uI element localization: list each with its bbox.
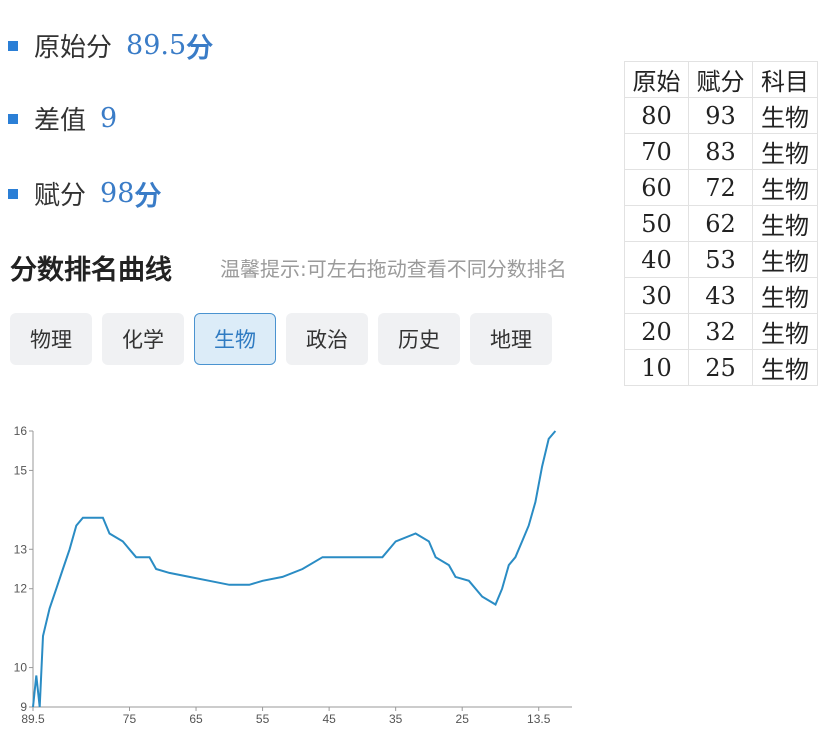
scaled-score-unit: 分: [134, 181, 162, 212]
cell-raw: 20: [624, 313, 689, 350]
y-tick-label: 12: [14, 582, 28, 596]
table-row: 40 53 生物: [624, 241, 818, 278]
cell-scaled: 32: [688, 313, 753, 350]
cell-scaled: 93: [688, 97, 753, 134]
cell-subject: 生物: [752, 205, 818, 242]
tab-politics[interactable]: 政治: [286, 313, 368, 365]
drag-hint: 温馨提示:可左右拖动查看不同分数排名: [220, 257, 567, 281]
x-tick-label: 25: [456, 712, 470, 726]
header-scaled: 赋分: [688, 61, 753, 98]
cell-scaled: 25: [688, 349, 753, 386]
bullet-marker: [8, 113, 18, 124]
y-tick-label: 15: [14, 463, 28, 477]
cell-raw: 60: [624, 169, 689, 206]
tab-biology[interactable]: 生物: [194, 313, 276, 365]
series-line: [32, 430, 557, 708]
x-tick-label: 89.5: [21, 712, 45, 726]
section-title: 分数排名曲线: [10, 255, 172, 286]
table-row: 50 62 生物: [624, 205, 818, 242]
table-row: 70 83 生物: [624, 133, 818, 170]
x-tick-label: 13.5: [527, 712, 551, 726]
table-row: 60 72 生物: [624, 169, 818, 206]
cell-scaled: 72: [688, 169, 753, 206]
raw-score-unit: 分: [186, 33, 214, 64]
table-row: 30 43 生物: [624, 277, 818, 314]
tab-physics[interactable]: 物理: [10, 313, 92, 365]
header-raw: 原始: [624, 61, 689, 98]
x-tick-label: 35: [389, 712, 403, 726]
scaled-score-row: 赋分 98 分: [8, 174, 161, 213]
score-conversion-table: 原始 赋分 科目 80 93 生物 70 83 生物 60 72 生物 50 62 生物 40 5…: [624, 61, 818, 386]
cell-subject: 生物: [752, 97, 818, 134]
y-tick-label: 13: [14, 542, 28, 556]
table-header-row: 原始 赋分 科目: [624, 61, 818, 98]
cell-raw: 80: [624, 97, 689, 134]
diff-label: 差值: [34, 106, 87, 136]
raw-score-label: 原始分: [34, 33, 113, 63]
x-tick-label: 45: [322, 712, 336, 726]
tab-history[interactable]: 历史: [378, 313, 460, 365]
cell-raw: 10: [624, 349, 689, 386]
cell-subject: 生物: [752, 313, 818, 350]
bullet-marker: [8, 188, 18, 199]
cell-scaled: 43: [688, 277, 753, 314]
raw-score-row: 原始分 89.5 分: [8, 26, 213, 65]
cell-subject: 生物: [752, 277, 818, 314]
cell-raw: 30: [624, 277, 689, 314]
tab-chemistry[interactable]: 化学: [102, 313, 184, 365]
raw-score-value: 89.5: [126, 30, 187, 61]
y-tick-label: 16: [14, 424, 28, 438]
table-row: 20 32 生物: [624, 313, 818, 350]
cell-scaled: 83: [688, 133, 753, 170]
cell-scaled: 53: [688, 241, 753, 278]
x-tick-label: 65: [189, 712, 203, 726]
header-subject: 科目: [752, 61, 818, 98]
table-row: 80 93 生物: [624, 97, 818, 134]
cell-subject: 生物: [752, 241, 818, 278]
bullet-marker: [8, 40, 18, 51]
cell-subject: 生物: [752, 169, 818, 206]
x-tick-label: 75: [123, 712, 137, 726]
subject-tabs: 物理 化学 生物 政治 历史 地理: [10, 313, 562, 365]
cell-subject: 生物: [752, 349, 818, 386]
cell-scaled: 62: [688, 205, 753, 242]
diff-value: 9: [100, 103, 118, 134]
cell-subject: 生物: [752, 133, 818, 170]
cell-raw: 40: [624, 241, 689, 278]
scaled-score-value: 98: [100, 178, 135, 209]
x-tick-label: 55: [256, 712, 270, 726]
scaled-score-label: 赋分: [34, 181, 87, 211]
score-rank-chart[interactable]: 9101213151689.5 75 65 55 45 35 25 13.5: [0, 415, 832, 756]
y-tick-label: 10: [14, 661, 28, 675]
tab-geography[interactable]: 地理: [470, 313, 552, 365]
cell-raw: 70: [624, 133, 689, 170]
cell-raw: 50: [624, 205, 689, 242]
table-row: 10 25 生物: [624, 349, 818, 386]
diff-row: 差值 9: [8, 100, 117, 137]
